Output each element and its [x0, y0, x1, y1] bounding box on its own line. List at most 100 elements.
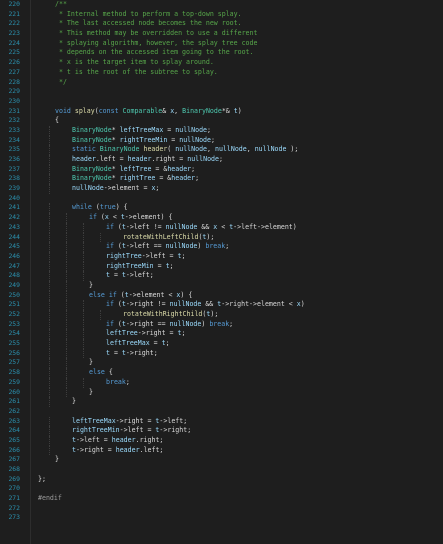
code-text: { [55, 116, 59, 124]
code-line[interactable]: rotateWithLeftChild(t); [34, 232, 443, 243]
code-line[interactable] [34, 407, 443, 417]
code-line[interactable]: t->left = header.right; [34, 435, 443, 446]
code-line[interactable]: /** [34, 0, 443, 10]
code-token: ; [165, 339, 170, 348]
code-token: ) [300, 300, 305, 309]
code-area[interactable]: /** * Internal method to perform a top-d… [34, 0, 443, 544]
code-line[interactable] [34, 465, 443, 475]
code-line[interactable]: t = t->right; [34, 348, 443, 359]
code-line[interactable]: BinaryNode* rightTreeMin = nullNode; [34, 135, 443, 146]
code-line[interactable]: else { [34, 368, 443, 378]
code-text: header.left = header.right = nullNode; [72, 155, 223, 163]
code-line[interactable]: * The last accessed node becomes the new… [34, 19, 443, 29]
code-token: == [153, 319, 170, 328]
code-line[interactable] [34, 194, 443, 204]
code-line[interactable]: while (true) { [34, 203, 443, 214]
code-line[interactable] [34, 484, 443, 494]
code-line[interactable]: * splaying algorithm, however, the splay… [34, 39, 443, 49]
code-token: -> [128, 290, 137, 299]
code-line[interactable]: rightTree->left = t; [34, 251, 443, 262]
code-line[interactable]: leftTreeMax = t; [34, 339, 443, 349]
code-line[interactable]: } [34, 358, 443, 369]
code-token: break [106, 377, 126, 386]
code-line[interactable]: * This method may be overridden to use a… [34, 29, 443, 39]
code-line[interactable]: t = t->left; [34, 271, 443, 281]
code-token: * t is the root of the subtree to splay. [55, 67, 218, 76]
code-line[interactable] [34, 504, 443, 514]
code-line[interactable]: BinaryNode* leftTree = &header; [34, 164, 443, 175]
code-line[interactable]: } [34, 397, 443, 407]
code-line[interactable]: leftTreeMax->right = t->left; [34, 416, 443, 427]
indent-guide [49, 145, 50, 155]
code-text: if (t->left != nullNode && x < t->left->… [106, 223, 297, 231]
code-text: if (t->right == nullNode) break; [106, 320, 233, 328]
code-line[interactable]: void splay(const Comparable& x, BinaryNo… [34, 107, 443, 117]
code-text: */ [55, 78, 67, 86]
code-token: const [98, 106, 123, 115]
code-line[interactable] [34, 97, 443, 107]
code-token: -> [221, 300, 230, 309]
line-number: 239 [8, 184, 20, 193]
code-line[interactable] [34, 513, 443, 523]
code-editor[interactable]: 220 221 222 223 224 225 226 227 228 229 230 231 232 2… [0, 0, 443, 544]
code-line[interactable]: nullNode->element = x; [34, 184, 443, 194]
indent-guide [49, 232, 50, 243]
code-line[interactable]: rightTreeMin = t; [34, 261, 443, 272]
code-line[interactable]: * x is the target item to splay around. [34, 58, 443, 68]
code-line[interactable]: * t is the root of the subtree to splay. [34, 68, 443, 78]
code-line[interactable]: #endif [34, 494, 443, 504]
code-line[interactable]: break; [34, 377, 443, 388]
code-line[interactable]: BinaryNode* leftTreeMax = nullNode; [34, 125, 443, 136]
indent-guide [66, 271, 67, 281]
code-token: ; [125, 377, 130, 386]
code-text: while (true) { [72, 203, 128, 211]
indent-guide [49, 329, 50, 340]
code-line[interactable]: }; [34, 475, 443, 485]
code-line[interactable]: } [34, 455, 443, 465]
line-number-gutter: 220 221 222 223 224 225 226 227 228 229 230 231 232 2… [0, 0, 30, 544]
code-line[interactable]: if (t->left == nullNode) break; [34, 242, 443, 252]
line-number: 241 [8, 203, 20, 212]
indent-guide [83, 329, 84, 340]
code-line[interactable]: t->right = header.left; [34, 445, 443, 456]
code-line[interactable]: if (x < t->element) { [34, 213, 443, 223]
code-line[interactable]: if (t->right == nullNode) break; [34, 319, 443, 330]
code-line[interactable]: } [34, 280, 443, 291]
indent-guide [66, 329, 67, 340]
code-line[interactable]: if (t->left != nullNode && x < t->left->… [34, 222, 443, 233]
line-number: 229 [8, 87, 20, 96]
code-line[interactable]: } [34, 387, 443, 398]
code-line[interactable]: leftTree->right = t; [34, 329, 443, 340]
code-line[interactable]: header.left = header.right = nullNode; [34, 155, 443, 165]
indent-guide [49, 319, 50, 330]
indent-guide [49, 368, 50, 378]
code-line[interactable] [34, 87, 443, 97]
code-line[interactable]: BinaryNode* rightTree = &header; [34, 174, 443, 185]
code-token: nullNode [165, 242, 198, 251]
indent-guide [83, 377, 84, 388]
code-line[interactable]: else if (t->element < x) { [34, 290, 443, 301]
code-line[interactable]: * Internal method to perform a top-down … [34, 10, 443, 20]
line-number: 251 [8, 300, 20, 309]
code-line[interactable]: rightTreeMin->left = t->right; [34, 426, 443, 436]
code-token: -> [125, 300, 134, 309]
code-token: header [127, 155, 152, 163]
code-token: = [115, 155, 128, 163]
code-token: ; [155, 184, 160, 193]
code-text: break; [106, 378, 130, 386]
code-line[interactable]: { [34, 116, 443, 126]
code-line[interactable]: rotateWithRightChild(t); [34, 310, 443, 320]
code-text: t->left = header.right; [72, 436, 163, 444]
code-text: rightTreeMin->left = t->right; [72, 426, 191, 434]
code-text: } [89, 281, 93, 289]
code-token: else [89, 368, 109, 377]
indent-guide [49, 445, 50, 456]
code-line[interactable]: */ [34, 78, 443, 88]
code-line[interactable]: if (t->right != nullNode && t->right->el… [34, 300, 443, 310]
code-line[interactable]: static BinaryNode header( nullNode, null… [34, 145, 443, 155]
code-text: BinaryNode* leftTree = &header; [72, 165, 195, 173]
code-line[interactable]: * depends on the accessed item going to … [34, 48, 443, 58]
line-number: 271 [8, 494, 20, 503]
code-token: ); [286, 145, 299, 154]
indent-guide [100, 310, 101, 320]
